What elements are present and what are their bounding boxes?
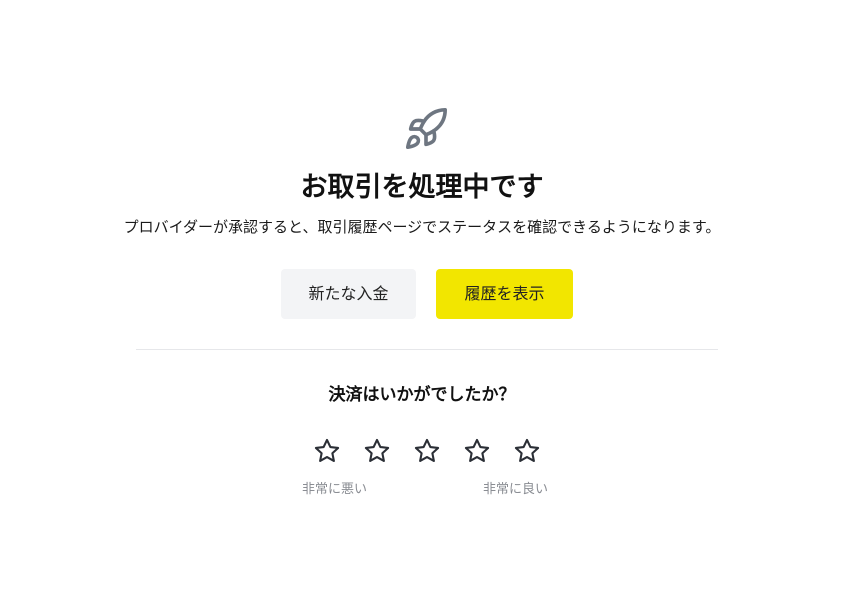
view-history-button[interactable]: 履歴を表示 <box>436 269 573 319</box>
rating-star-1[interactable] <box>313 437 341 465</box>
payment-status-page: お取引を処理中です プロバイダーが承認すると、取引履歴ページでステータスを確認で… <box>0 0 844 600</box>
star-icon <box>464 438 490 462</box>
rating-star-3[interactable] <box>413 437 441 465</box>
star-icon <box>514 438 540 462</box>
new-deposit-button[interactable]: 新たな入金 <box>281 269 416 319</box>
page-title: お取引を処理中です <box>300 172 544 203</box>
rating-low-label: 非常に悪い <box>302 482 368 497</box>
star-icon <box>414 438 440 462</box>
rocket-icon <box>403 106 449 152</box>
rating-star-2[interactable] <box>363 437 391 465</box>
status-message: プロバイダーが承認すると、取引履歴ページでステータスを確認できるようになります。 <box>123 218 721 236</box>
star-icon <box>364 438 390 462</box>
rating-question: 決済はいかがでしたか？ <box>328 385 516 405</box>
rating-star-5[interactable] <box>513 437 541 465</box>
rating-high-label: 非常に良い <box>483 482 549 497</box>
divider <box>136 349 718 350</box>
star-icon <box>314 438 340 462</box>
rating-star-4[interactable] <box>463 437 491 465</box>
